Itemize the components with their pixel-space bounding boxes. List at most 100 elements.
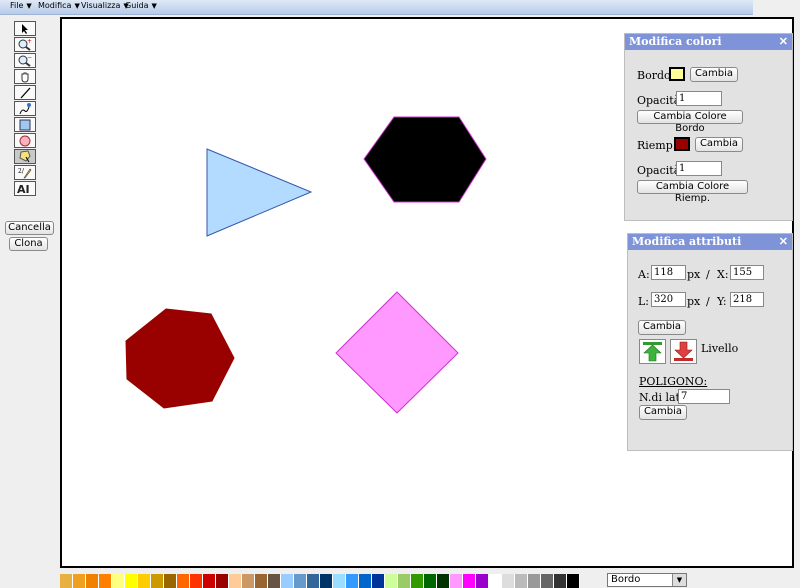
palette-color-swatch[interactable]: [138, 574, 151, 588]
clone-button[interactable]: Clona: [9, 237, 48, 251]
color-palette: [60, 574, 580, 588]
svg-text:−: −: [27, 54, 32, 61]
palette-color-swatch[interactable]: [359, 574, 372, 588]
close-icon[interactable]: ✕: [779, 234, 788, 250]
menu-visualizza[interactable]: Visualizza ▼: [81, 1, 129, 10]
polygon-icon[interactable]: [14, 149, 36, 164]
svg-text:AI: AI: [17, 183, 30, 195]
palette-color-swatch[interactable]: [255, 574, 268, 588]
palette-color-swatch[interactable]: [450, 574, 463, 588]
pointer-icon[interactable]: [14, 21, 36, 36]
palette-color-swatch[interactable]: [398, 574, 411, 588]
x-input[interactable]: 155: [730, 265, 764, 280]
colors-panel-header: Modifica colori ✕: [625, 34, 792, 50]
palette-color-swatch[interactable]: [112, 574, 125, 588]
colors-panel-title: Modifica colori: [629, 35, 722, 48]
palette-color-swatch[interactable]: [567, 574, 580, 588]
palette-color-swatch[interactable]: [463, 574, 476, 588]
palette-color-swatch[interactable]: [99, 574, 112, 588]
palette-color-swatch[interactable]: [346, 574, 359, 588]
palette-color-swatch[interactable]: [216, 574, 229, 588]
palette-color-swatch[interactable]: [190, 574, 203, 588]
palette-color-swatch[interactable]: [281, 574, 294, 588]
palette-color-swatch[interactable]: [411, 574, 424, 588]
x-label: X:: [717, 268, 729, 281]
chevron-down-icon: ▼: [74, 2, 80, 10]
palette-color-swatch[interactable]: [73, 574, 86, 588]
fill-color-swatch[interactable]: [674, 137, 690, 151]
palette-color-swatch[interactable]: [528, 574, 541, 588]
palette-color-swatch[interactable]: [86, 574, 99, 588]
text-icon[interactable]: AI: [14, 181, 36, 196]
palette-color-swatch[interactable]: [489, 574, 502, 588]
palette-color-swatch[interactable]: [268, 574, 281, 588]
attributes-panel-header: Modifica attributi ✕: [628, 234, 792, 250]
color-target-select[interactable]: Bordo ▼: [607, 573, 687, 587]
zoom-out-icon[interactable]: −: [14, 53, 36, 68]
palette-color-swatch[interactable]: [307, 574, 320, 588]
l-label: L:: [638, 295, 650, 308]
zoom-in-icon[interactable]: +: [14, 37, 36, 52]
change-border-color-button[interactable]: Cambia Colore Bordo: [637, 110, 743, 134]
change-border-button[interactable]: Cambia: [690, 67, 738, 82]
palette-color-swatch[interactable]: [502, 574, 515, 588]
border-opacity-input[interactable]: 1: [676, 91, 722, 106]
sides-input[interactable]: 7: [678, 389, 730, 404]
close-icon[interactable]: ✕: [779, 34, 788, 50]
ellipse-icon[interactable]: [14, 133, 36, 148]
palette-color-swatch[interactable]: [203, 574, 216, 588]
freehand-icon[interactable]: 2/: [14, 165, 36, 180]
menu-guida[interactable]: Guida ▼: [125, 1, 157, 10]
menu-file-label: File: [10, 1, 24, 10]
menu-modifica-label: Modifica: [38, 1, 72, 10]
change-fill-color-button[interactable]: Cambia Colore Riemp.: [637, 180, 748, 204]
diamond-shape[interactable]: [335, 291, 459, 414]
hexagon-shape[interactable]: [363, 116, 487, 203]
y-label: Y:: [717, 295, 727, 308]
palette-color-swatch[interactable]: [125, 574, 138, 588]
palette-color-swatch[interactable]: [437, 574, 450, 588]
change-sides-button[interactable]: Cambia: [639, 405, 687, 420]
border-color-swatch[interactable]: [669, 67, 685, 81]
change-attributes-button[interactable]: Cambia: [638, 320, 686, 335]
svg-text:+: +: [27, 38, 32, 45]
attributes-panel: Modifica attributi ✕ A: 118 px / X: 155 …: [627, 233, 793, 451]
rectangle-icon[interactable]: [14, 117, 36, 132]
heptagon-shape[interactable]: [125, 308, 235, 409]
triangle-shape[interactable]: [206, 148, 313, 237]
palette-color-swatch[interactable]: [333, 574, 346, 588]
palette-color-swatch[interactable]: [294, 574, 307, 588]
a-input[interactable]: 118: [651, 265, 686, 280]
palette-color-swatch[interactable]: [385, 574, 398, 588]
menu-file[interactable]: File ▼: [10, 1, 32, 10]
level-down-icon[interactable]: [670, 339, 697, 364]
hand-pan-icon[interactable]: [14, 69, 36, 84]
level-up-icon[interactable]: [639, 339, 666, 364]
palette-color-swatch[interactable]: [554, 574, 567, 588]
delete-button[interactable]: Cancella: [5, 221, 54, 235]
palette-color-swatch[interactable]: [515, 574, 528, 588]
palette-color-swatch[interactable]: [177, 574, 190, 588]
palette-color-swatch[interactable]: [164, 574, 177, 588]
l-unit: px: [687, 295, 701, 308]
palette-color-swatch[interactable]: [151, 574, 164, 588]
palette-color-swatch[interactable]: [424, 574, 437, 588]
palette-color-swatch[interactable]: [229, 574, 242, 588]
polygon-heading: POLIGONO:: [639, 375, 708, 388]
l-input[interactable]: 320: [651, 292, 686, 307]
menu-modifica[interactable]: Modifica ▼: [38, 1, 80, 10]
palette-color-swatch[interactable]: [541, 574, 554, 588]
palette-color-swatch[interactable]: [60, 574, 73, 588]
menu-visualizza-label: Visualizza: [81, 1, 121, 10]
pen-icon[interactable]: [14, 101, 36, 116]
y-input[interactable]: 218: [730, 292, 764, 307]
fill-opacity-input[interactable]: 1: [676, 161, 722, 176]
line-icon[interactable]: [14, 85, 36, 100]
palette-color-swatch[interactable]: [242, 574, 255, 588]
palette-color-swatch[interactable]: [372, 574, 385, 588]
palette-color-swatch[interactable]: [476, 574, 489, 588]
menu-bar: File ▼ Modifica ▼ Visualizza ▼ Guida ▼: [0, 0, 753, 15]
palette-color-swatch[interactable]: [320, 574, 333, 588]
change-fill-button[interactable]: Cambia: [695, 137, 743, 152]
chevron-down-icon[interactable]: ▼: [672, 574, 686, 586]
